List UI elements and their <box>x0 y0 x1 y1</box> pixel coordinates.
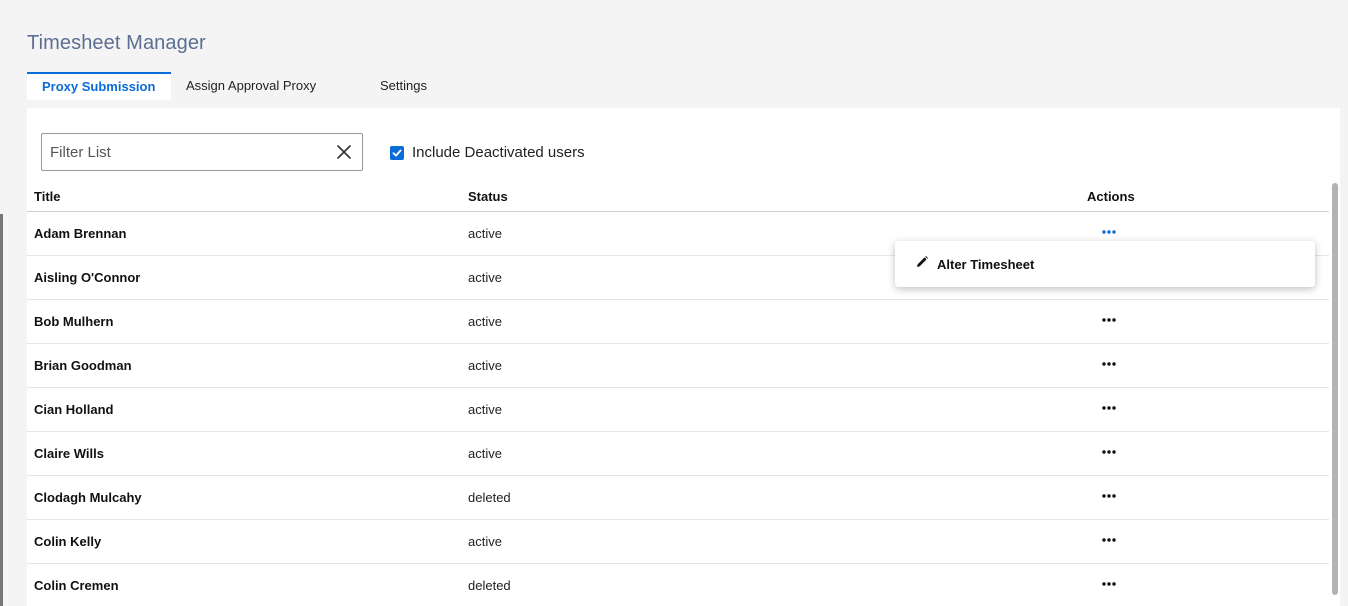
user-name: Bob Mulhern <box>34 314 114 329</box>
user-name: Adam Brennan <box>34 226 127 241</box>
user-name: Cian Holland <box>34 402 114 417</box>
more-actions-button[interactable] <box>1099 442 1119 462</box>
table-row: Colin Cremen deleted <box>27 564 1329 606</box>
filter-field <box>41 133 363 171</box>
tab-proxy-submission[interactable]: Proxy Submission <box>27 72 171 100</box>
user-status: deleted <box>468 490 511 505</box>
filter-input[interactable] <box>42 134 322 170</box>
checkmark-icon <box>392 149 402 156</box>
table-scrollbar[interactable] <box>1332 183 1338 595</box>
include-deactivated-label: Include Deactivated users <box>412 144 585 161</box>
ellipsis-icon <box>1102 450 1116 454</box>
column-header-status[interactable]: Status <box>468 189 508 204</box>
user-status: active <box>468 358 502 373</box>
actions-menu: Alter Timesheet <box>895 241 1315 287</box>
user-status: active <box>468 226 502 241</box>
user-name: Brian Goodman <box>34 358 132 373</box>
table-row: Clodagh Mulcahy deleted <box>27 476 1329 520</box>
table-row: Cian Holland active <box>27 388 1329 432</box>
user-name: Clodagh Mulcahy <box>34 490 142 505</box>
table-row: Claire Wills active <box>27 432 1329 476</box>
timesheet-manager-page: Timesheet Manager Proxy Submission Assig… <box>0 0 1348 606</box>
ellipsis-icon <box>1102 494 1116 498</box>
ellipsis-icon <box>1102 362 1116 366</box>
close-icon[interactable] <box>334 142 354 162</box>
user-status: active <box>468 270 502 285</box>
table-row: Brian Goodman active <box>27 344 1329 388</box>
user-name: Colin Cremen <box>34 578 119 593</box>
user-name: Claire Wills <box>34 446 104 461</box>
user-name: Aisling O'Connor <box>34 270 141 285</box>
table-header: Title Status Actions <box>27 186 1329 212</box>
more-actions-button[interactable] <box>1099 398 1119 418</box>
more-actions-button[interactable] <box>1099 486 1119 506</box>
more-actions-button[interactable] <box>1099 354 1119 374</box>
tab-assign-approval-proxy[interactable]: Assign Approval Proxy <box>171 72 367 100</box>
more-actions-button[interactable] <box>1099 530 1119 550</box>
ellipsis-icon <box>1102 406 1116 410</box>
ellipsis-icon <box>1102 318 1116 322</box>
more-actions-button[interactable] <box>1099 574 1119 594</box>
alter-timesheet-menu-item[interactable]: Alter Timesheet <box>937 257 1034 272</box>
include-deactivated-toggle[interactable]: Include Deactivated users <box>390 144 585 161</box>
tab-settings[interactable]: Settings <box>367 72 427 100</box>
column-header-actions: Actions <box>1087 189 1135 204</box>
user-status: deleted <box>468 578 511 593</box>
ellipsis-icon <box>1102 582 1116 586</box>
tab-bar: Proxy Submission Assign Approval Proxy S… <box>27 72 427 100</box>
user-status: active <box>468 446 502 461</box>
user-name: Colin Kelly <box>34 534 102 549</box>
user-status: active <box>468 534 502 549</box>
table-row: Colin Kelly active <box>27 520 1329 564</box>
pencil-icon <box>915 255 929 274</box>
user-status: active <box>468 402 502 417</box>
user-status: active <box>468 314 502 329</box>
proxy-submission-panel: Include Deactivated users Title Status A… <box>27 108 1340 606</box>
more-actions-button[interactable] <box>1099 222 1119 242</box>
include-deactivated-checkbox[interactable] <box>390 145 404 160</box>
table-row: Bob Mulhern active <box>27 300 1329 344</box>
more-actions-button[interactable] <box>1099 310 1119 330</box>
page-title: Timesheet Manager <box>27 32 206 54</box>
ellipsis-icon <box>1102 538 1116 542</box>
ellipsis-icon <box>1102 230 1116 234</box>
left-edge-divider <box>0 214 3 606</box>
column-header-title[interactable]: Title <box>34 189 61 204</box>
